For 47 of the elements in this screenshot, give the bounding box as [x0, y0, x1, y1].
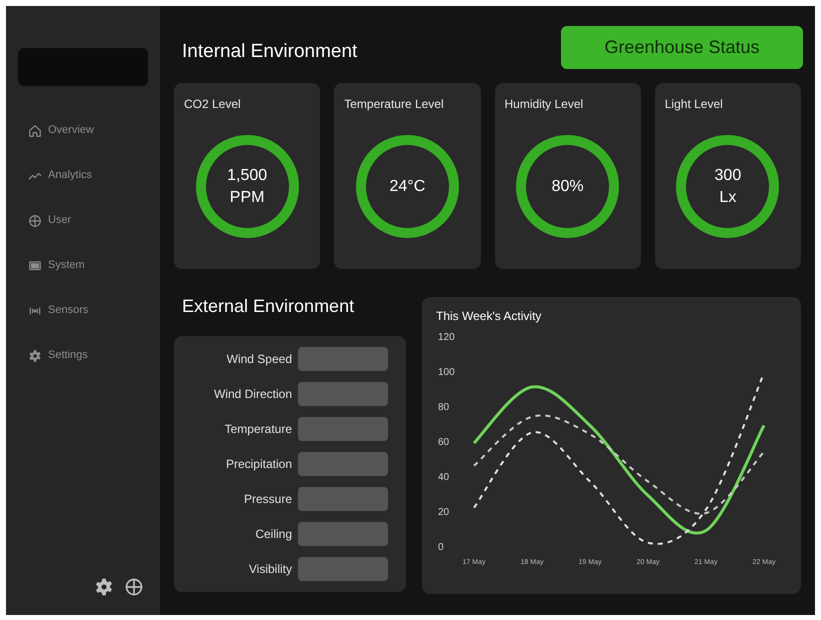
- sidebar-item[interactable]: Analytics: [18, 153, 148, 198]
- y-tick-label: 20: [438, 508, 450, 518]
- card-label: Light Level: [664, 96, 723, 113]
- input-field[interactable]: [298, 382, 388, 406]
- sidebar-item[interactable]: Sensors: [18, 288, 148, 333]
- sidebar-item[interactable]: Settings: [18, 333, 148, 378]
- y-tick-label: 40: [438, 473, 450, 483]
- field-label: Pressure: [244, 491, 292, 508]
- y-tick-label: 0: [438, 543, 445, 553]
- gear-icon: [28, 348, 42, 362]
- gauge-value: 80%: [552, 176, 584, 196]
- y-tick-label: 120: [438, 333, 456, 343]
- gauge-unit: PPM: [230, 188, 264, 208]
- gauge-unit: Lx: [719, 188, 736, 208]
- input-field[interactable]: [298, 522, 388, 546]
- card-label: CO2 Level: [184, 96, 241, 113]
- input-field[interactable]: [298, 417, 388, 441]
- field-label: Temperature: [224, 421, 292, 438]
- y-tick-label: 60: [438, 438, 450, 448]
- input-field[interactable]: [298, 487, 388, 511]
- monitor-icon: [28, 258, 42, 272]
- status-button[interactable]: Greenhouse Status: [561, 26, 803, 69]
- globe-icon: [124, 577, 144, 597]
- input-field[interactable]: [298, 557, 388, 581]
- card-label: Humidity Level: [504, 96, 584, 113]
- field-label: Precipitation: [226, 456, 292, 473]
- input-field[interactable]: [298, 452, 388, 476]
- gauge-value: 24°C: [390, 176, 426, 196]
- gear-icon: [94, 577, 114, 597]
- field-label: Wind Direction: [214, 386, 292, 403]
- sidebar-item[interactable]: System: [18, 243, 148, 288]
- input-field[interactable]: [298, 347, 388, 371]
- y-tick-label: 100: [438, 368, 456, 378]
- field-label: Visibility: [248, 561, 292, 578]
- y-tick-label: 80: [438, 403, 450, 413]
- section-title: Internal Environment: [182, 40, 358, 64]
- sidebar-item[interactable]: Overview: [18, 108, 148, 153]
- gauge-value: 300: [714, 166, 742, 186]
- chart-title: This Week's Activity: [436, 308, 542, 325]
- gauge-value: 1,500: [227, 166, 268, 186]
- field-label: Wind Speed: [226, 351, 292, 368]
- home-icon: [28, 124, 42, 138]
- field-label: Ceiling: [255, 526, 292, 543]
- section-title: External Environment: [182, 295, 356, 318]
- card-label: Temperature Level: [344, 96, 444, 113]
- sidebar-item[interactable]: User: [18, 198, 148, 243]
- globe-icon: [28, 214, 42, 228]
